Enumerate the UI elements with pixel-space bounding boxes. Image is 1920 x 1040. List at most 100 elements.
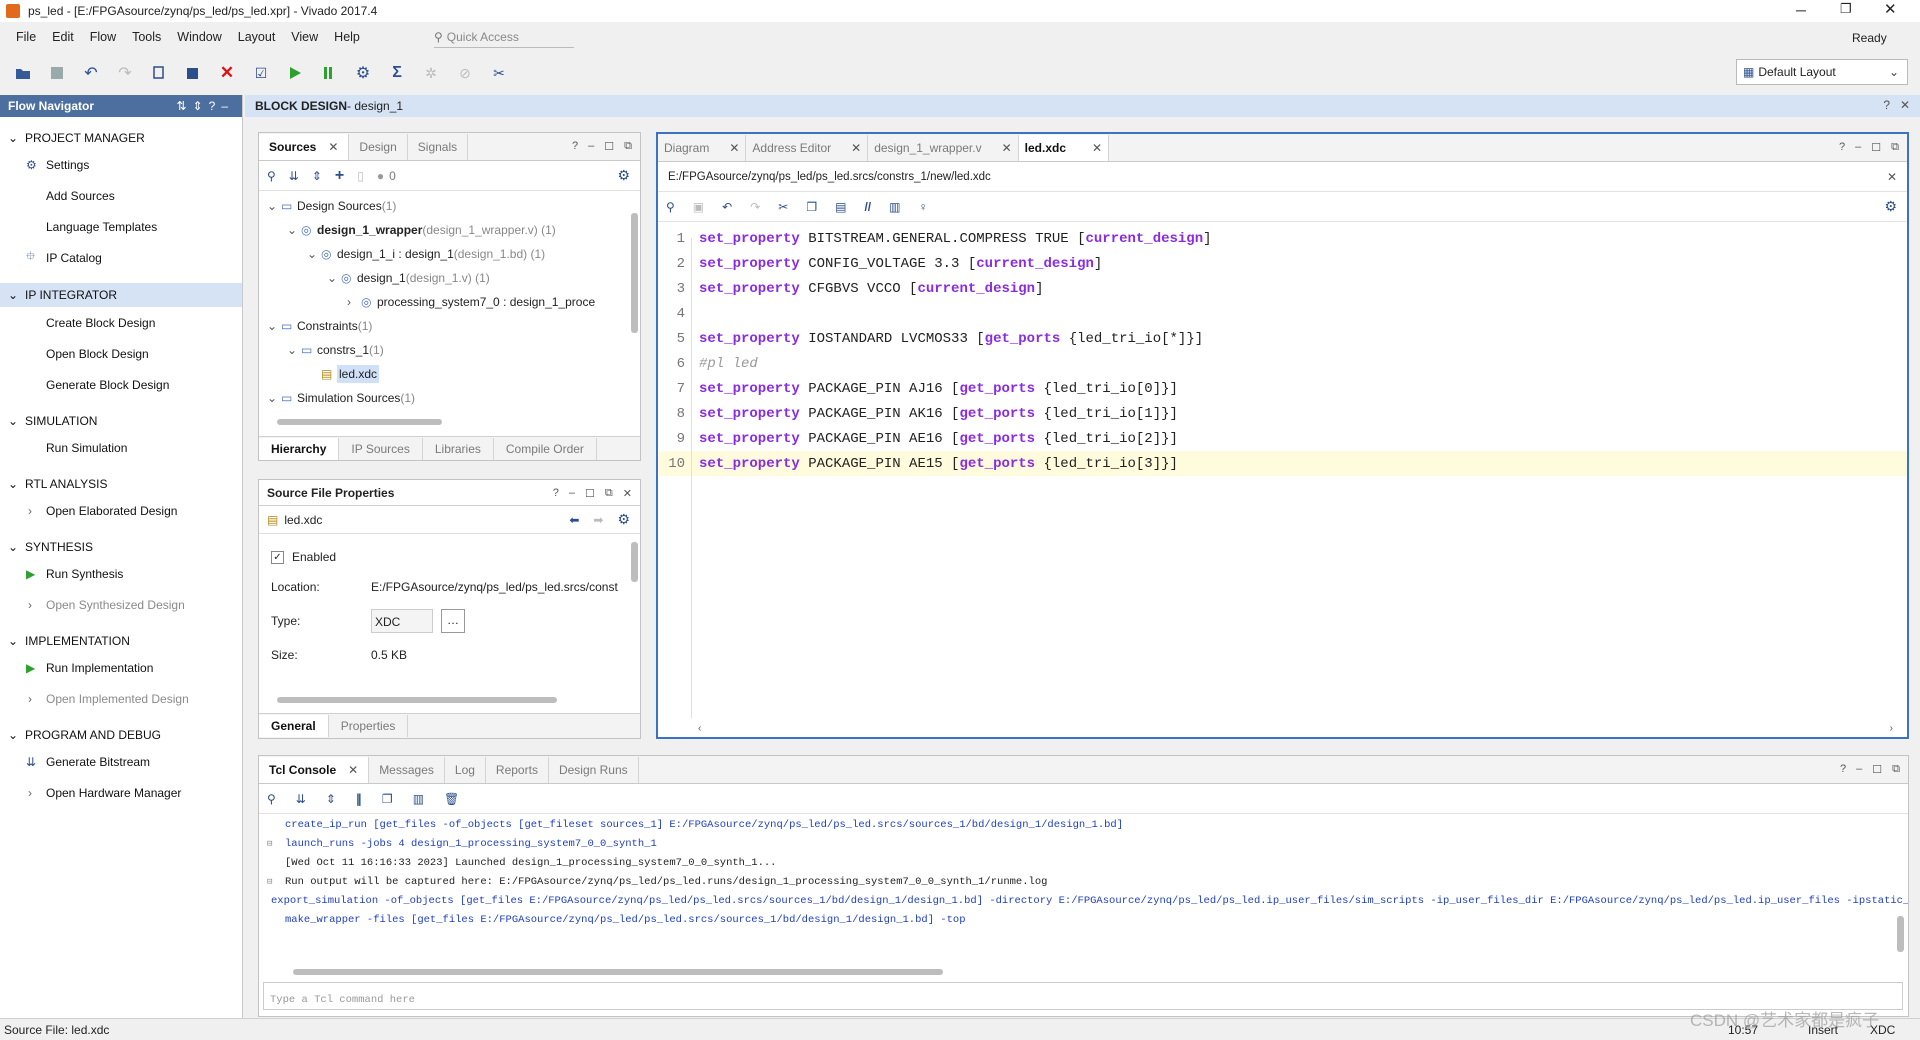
- tree-node[interactable]: ⌄ ▭ Constraints (1): [265, 314, 640, 338]
- tab-design[interactable]: Design: [349, 134, 408, 160]
- close-tab-icon[interactable]: ✕: [729, 141, 739, 155]
- menu-view[interactable]: View: [291, 30, 318, 44]
- nav-section-synthesis[interactable]: ⌄ SYNTHESIS: [0, 536, 242, 558]
- add-icon[interactable]: +: [335, 167, 344, 185]
- tab-general[interactable]: General: [259, 715, 329, 737]
- nav-item-ip-catalog[interactable]: ⯐ IP Catalog: [0, 242, 242, 273]
- nav-section-implementation[interactable]: ⌄ IMPLEMENTATION: [0, 630, 242, 652]
- nav-section-program-and-debug[interactable]: ⌄ PROGRAM AND DEBUG: [0, 724, 242, 746]
- tab-tcl-console[interactable]: Tcl Console ✕: [259, 757, 370, 783]
- save-icon[interactable]: ▣: [693, 200, 704, 214]
- columns-icon[interactable]: ▥: [413, 792, 424, 806]
- copy-icon[interactable]: [148, 62, 170, 84]
- fold-icon[interactable]: ⊟: [267, 835, 281, 854]
- menu-window[interactable]: Window: [177, 30, 221, 44]
- tool-b-icon[interactable]: ⊘: [454, 62, 476, 84]
- close-icon[interactable]: ✕: [1884, 0, 1897, 18]
- cut-icon[interactable]: ✂: [778, 200, 788, 214]
- lightbulb-icon[interactable]: ♀: [918, 200, 927, 214]
- tcl-input[interactable]: Type a Tcl command here: [263, 982, 1903, 1010]
- tree-node[interactable]: › ◎ processing_system7_0 : design_1_proce: [265, 290, 640, 314]
- fold-icon[interactable]: ⊟: [267, 873, 281, 892]
- chevron-down-icon[interactable]: ⌄: [287, 223, 301, 237]
- tab-libraries[interactable]: Libraries: [423, 437, 494, 460]
- paste-icon[interactable]: ▤: [835, 200, 846, 214]
- tab-compile-order[interactable]: Compile Order: [494, 437, 597, 460]
- tab-ip-sources[interactable]: IP Sources: [339, 437, 423, 460]
- nav-item-run-simulation[interactable]: Run Simulation: [0, 432, 242, 463]
- type-browse-button[interactable]: …: [441, 609, 465, 633]
- panel-window-controls[interactable]: ? – ☐ ⧉: [1840, 763, 1900, 776]
- sources-vscroll[interactable]: [631, 213, 638, 333]
- tab-signals[interactable]: Signals: [408, 134, 469, 160]
- menu-flow[interactable]: Flow: [90, 30, 116, 44]
- menu-layout[interactable]: Layout: [238, 30, 276, 44]
- save-icon[interactable]: [46, 62, 68, 84]
- chevron-down-icon[interactable]: ⌄: [267, 319, 281, 333]
- nav-item-open-implemented-design[interactable]: › Open Implemented Design: [0, 683, 242, 714]
- minimize-icon[interactable]: ─: [1796, 2, 1806, 18]
- search-icon[interactable]: ⚲: [666, 200, 675, 214]
- tab-design-1-wrapper-v[interactable]: design_1_wrapper.v ✕: [868, 135, 1019, 161]
- close-tab-icon[interactable]: ✕: [851, 141, 861, 155]
- chevron-down-icon[interactable]: ›: [347, 295, 361, 309]
- expand-all-icon[interactable]: ⇕: [326, 792, 336, 806]
- chevron-down-icon[interactable]: ⌄: [287, 343, 301, 357]
- nav-section-rtl-analysis[interactable]: ⌄ RTL ANALYSIS: [0, 473, 242, 495]
- close-tab-icon[interactable]: ✕: [348, 763, 358, 777]
- gear-icon[interactable]: ⚙: [617, 511, 630, 528]
- chevron-down-icon[interactable]: ⌄: [307, 247, 321, 261]
- layout-select[interactable]: ▦ Default Layout ⌄: [1736, 59, 1908, 85]
- tab-address-editor[interactable]: Address Editor ✕: [746, 135, 869, 161]
- gear-icon[interactable]: ⚙: [617, 167, 630, 184]
- quick-access-input[interactable]: Quick Access: [447, 30, 519, 44]
- nav-section-ip-integrator[interactable]: ⌄ IP INTEGRATOR: [0, 283, 242, 307]
- nav-item-add-sources[interactable]: Add Sources: [0, 180, 242, 211]
- nav-item-open-hardware-manager[interactable]: › Open Hardware Manager: [0, 777, 242, 808]
- document-icon[interactable]: ▯: [357, 169, 364, 183]
- expand-all-icon[interactable]: ⇕: [312, 169, 322, 183]
- nav-item-run-implementation[interactable]: ▶ Run Implementation: [0, 652, 242, 683]
- search-icon[interactable]: ⚲: [267, 169, 276, 183]
- undo-icon[interactable]: ↶: [722, 200, 732, 214]
- props-hscroll[interactable]: [277, 697, 557, 703]
- back-arrow-icon[interactable]: ⬅: [569, 513, 579, 527]
- tree-node[interactable]: ▤ led.xdc: [265, 362, 640, 386]
- tab-reports[interactable]: Reports: [486, 757, 549, 783]
- close-tab-icon[interactable]: ✕: [328, 140, 338, 154]
- console-hscroll[interactable]: [281, 968, 1891, 976]
- console-vscroll[interactable]: [1897, 916, 1904, 952]
- collapse-all-icon[interactable]: ⇊: [296, 792, 306, 806]
- type-field[interactable]: XDC: [371, 609, 433, 633]
- enabled-checkbox[interactable]: ✓: [271, 550, 284, 564]
- quick-access[interactable]: ⚲ Quick Access: [434, 26, 574, 48]
- copy-icon[interactable]: ❐: [382, 792, 393, 806]
- tree-node[interactable]: ⌄ ▭ constrs_1 (1): [265, 338, 640, 362]
- chevron-down-icon[interactable]: ⌄: [327, 271, 341, 285]
- editor-hscroll[interactable]: ‹ ›: [698, 723, 1893, 735]
- search-icon[interactable]: ⚲: [267, 792, 276, 806]
- menu-edit[interactable]: Edit: [52, 30, 74, 44]
- nav-item-generate-bitstream[interactable]: ⇊ Generate Bitstream: [0, 746, 242, 777]
- gear-icon[interactable]: ⚙: [1884, 198, 1897, 215]
- collapse-all-icon[interactable]: ⇊: [289, 169, 299, 183]
- columns-icon[interactable]: ▥: [889, 200, 900, 214]
- panel-window-controls[interactable]: ? – ☐ ⧉ ✕: [553, 487, 632, 500]
- check-icon[interactable]: ☑: [250, 62, 272, 84]
- undo-icon[interactable]: ↶: [80, 62, 102, 84]
- nav-item-open-block-design[interactable]: Open Block Design: [0, 338, 242, 369]
- tree-node[interactable]: ⌄ ◎ design_1_wrapper (design_1_wrapper.v) …: [265, 218, 640, 242]
- menu-file[interactable]: File: [16, 30, 36, 44]
- nav-item-language-templates[interactable]: Language Templates: [0, 211, 242, 242]
- maximize-icon[interactable]: ❐: [1840, 1, 1852, 17]
- tab-messages[interactable]: Messages: [369, 757, 445, 783]
- tab-design-runs[interactable]: Design Runs: [549, 757, 639, 783]
- tab-log[interactable]: Log: [445, 757, 486, 783]
- props-vscroll[interactable]: [631, 542, 638, 582]
- panel-window-controls[interactable]: ? – ☐ ⧉: [572, 140, 632, 153]
- tab-properties[interactable]: Properties: [329, 715, 409, 737]
- tool-c-icon[interactable]: ✂: [488, 62, 510, 84]
- tree-node[interactable]: ⌄ ▭ Design Sources (1): [265, 194, 640, 218]
- settings-icon[interactable]: ⚙: [352, 62, 374, 84]
- close-tab-icon[interactable]: ✕: [1002, 141, 1012, 155]
